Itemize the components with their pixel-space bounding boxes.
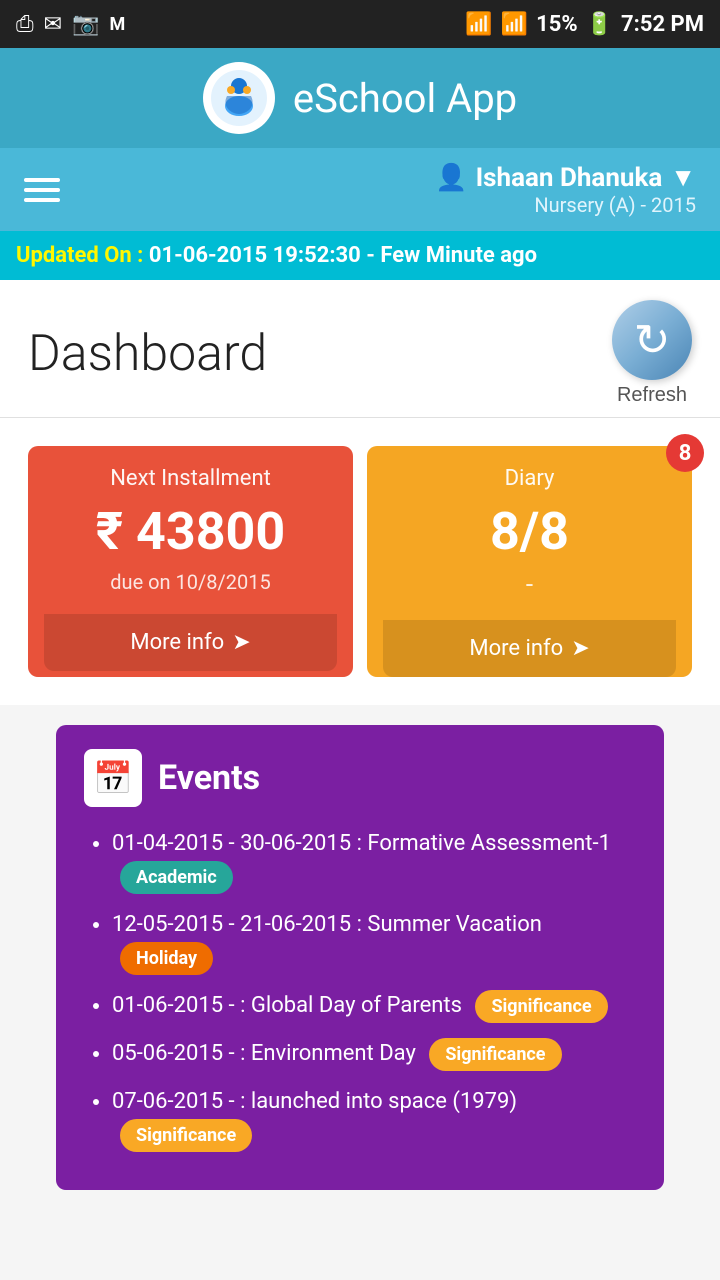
significance-tag-2: Significance xyxy=(429,1038,561,1071)
installment-card-title: Next Installment xyxy=(110,466,271,491)
time-display: 7:52 PM xyxy=(621,12,704,37)
app-header: eSchool App xyxy=(0,48,720,148)
dashboard-title: Dashboard xyxy=(28,325,267,383)
signal-icon: 📶 xyxy=(501,12,528,37)
diary-card-dash: - xyxy=(526,570,533,600)
list-item: 05-06-2015 - : Environment Day Significa… xyxy=(112,1037,636,1071)
list-item: 07-06-2015 - : launched into space (1979… xyxy=(112,1085,636,1152)
user-info: 👤 Ishaan Dhanuka ▼ Nursery (A) - 2015 xyxy=(435,162,696,217)
diary-badge: 8 xyxy=(666,434,704,472)
image-icon: 📷 xyxy=(72,12,99,37)
gmail-icon: M xyxy=(109,14,125,35)
usb-icon: ⎙ xyxy=(16,12,34,37)
installment-card-sub: due on 10/8/2015 xyxy=(110,570,270,594)
events-title: Events xyxy=(158,758,260,798)
calendar-icon: 📅 xyxy=(84,749,142,807)
installment-more-info-button[interactable]: More info ➤ xyxy=(44,614,337,671)
events-list: 01-04-2015 - 30-06-2015 : Formative Asse… xyxy=(84,827,636,1152)
installment-card-value: ₹ 43800 xyxy=(96,501,285,562)
list-item: 12-05-2015 - 21-06-2015 : Summer Vacatio… xyxy=(112,908,636,975)
app-title: eSchool App xyxy=(293,75,517,122)
hamburger-menu[interactable] xyxy=(24,178,60,202)
person-icon: 👤 xyxy=(435,163,467,193)
chevron-down-icon: ▼ xyxy=(670,162,696,193)
list-item: 01-04-2015 - 30-06-2015 : Formative Asse… xyxy=(112,827,636,894)
academic-tag: Academic xyxy=(120,861,233,894)
email-icon: ✉ xyxy=(44,12,62,37)
battery-icon: 🔋 xyxy=(586,12,613,37)
installment-card: Next Installment ₹ 43800 due on 10/8/201… xyxy=(28,446,353,677)
user-name-display[interactable]: 👤 Ishaan Dhanuka ▼ xyxy=(435,162,696,193)
update-banner: Updated On : 01-06-2015 19:52:30 - Few M… xyxy=(0,231,720,280)
refresh-label: Refresh xyxy=(617,384,687,407)
diary-card-value: 8/8 xyxy=(490,501,569,562)
status-icons-left: ⎙ ✉ 📷 M xyxy=(16,12,125,37)
refresh-button[interactable]: ↻ Refresh xyxy=(612,300,692,407)
app-logo xyxy=(203,62,275,134)
update-value: 01-06-2015 19:52:30 - Few Minute ago xyxy=(149,243,537,268)
events-section: 📅 Events 01-04-2015 - 30-06-2015 : Forma… xyxy=(56,725,664,1190)
status-bar: ⎙ ✉ 📷 M 📶 📶 15% 🔋 7:52 PM xyxy=(0,0,720,48)
events-header: 📅 Events xyxy=(84,749,636,807)
diary-card-title: Diary xyxy=(505,466,555,491)
arrow-right-icon: ➤ xyxy=(232,630,250,655)
refresh-icon: ↻ xyxy=(612,300,692,380)
significance-tag-3: Significance xyxy=(120,1119,252,1152)
list-item: 01-06-2015 - : Global Day of Parents Sig… xyxy=(112,989,636,1023)
diary-card: 8 Diary 8/8 - More info ➤ xyxy=(367,446,692,677)
cards-row: Next Installment ₹ 43800 due on 10/8/201… xyxy=(28,418,692,677)
user-bar: 👤 Ishaan Dhanuka ▼ Nursery (A) - 2015 xyxy=(0,148,720,231)
status-icons-right: 📶 📶 15% 🔋 7:52 PM xyxy=(465,12,704,37)
battery-percent: 15% xyxy=(536,12,578,37)
diary-more-info-button[interactable]: More info ➤ xyxy=(383,620,676,677)
significance-tag: Significance xyxy=(475,990,607,1023)
wifi-icon: 📶 xyxy=(465,12,492,37)
update-label: Updated On : xyxy=(16,243,143,268)
user-class-display: Nursery (A) - 2015 xyxy=(435,193,696,217)
dashboard-header: Dashboard ↻ Refresh xyxy=(0,280,720,418)
holiday-tag: Holiday xyxy=(120,942,213,975)
arrow-right-icon: ➤ xyxy=(571,636,589,661)
